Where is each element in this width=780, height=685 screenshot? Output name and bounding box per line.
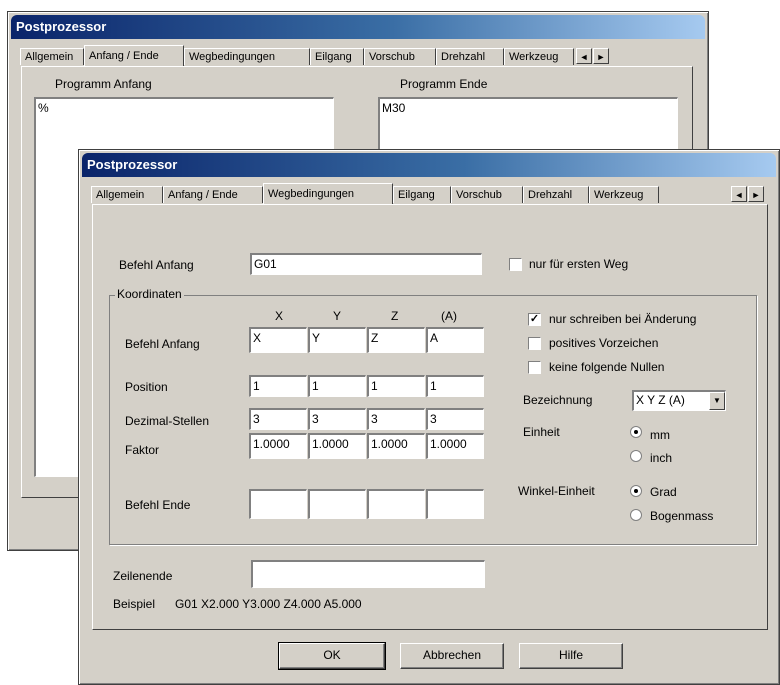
tab-scroll-right-icon[interactable]: ► [748, 186, 764, 202]
factor-a-input[interactable]: 1.0000 [426, 433, 484, 459]
unit-inch-radio[interactable] [630, 450, 642, 462]
command-end-a-input[interactable] [426, 489, 484, 519]
angle-unit-label: Winkel-Einheit [518, 484, 595, 498]
angle-bogenmass-label: Bogenmass [650, 509, 714, 523]
position-z-input[interactable]: 1 [367, 375, 425, 397]
angle-grad-radio[interactable] [630, 485, 642, 497]
wegbedingungen-panel: Befehl Anfang G01 nur für ersten Weg Koo… [92, 204, 768, 630]
designation-select[interactable]: X Y Z (A) ▼ [632, 390, 726, 411]
back-tab-scroll-right-icon[interactable]: ► [593, 48, 609, 64]
back-program-start-label: Programm Anfang [55, 77, 152, 91]
back-tab-wegbedingungen[interactable]: Wegbedingungen [184, 48, 310, 65]
axis-header-x: X [275, 309, 284, 323]
back-tab-eilgang[interactable]: Eilgang [310, 48, 364, 65]
write-on-change-checkbox[interactable]: ✓ [528, 313, 541, 326]
unit-inch-label: inch [650, 451, 673, 465]
designation-label: Bezeichnung [523, 393, 593, 407]
unit-mm-label: mm [650, 428, 670, 442]
first-path-only-label: nur für ersten Weg [529, 257, 629, 271]
front-tab-strip: Allgemein Anfang / Ende Wegbedingungen E… [89, 183, 769, 205]
tab-anfang-ende[interactable]: Anfang / Ende [163, 186, 263, 203]
coord-command-z-input[interactable]: Z [367, 327, 425, 353]
position-y-input[interactable]: 1 [308, 375, 366, 397]
write-on-change-label: nur schreiben bei Änderung [549, 312, 697, 326]
command-end-label: Befehl Ende [125, 498, 191, 512]
cancel-button[interactable]: Abbrechen [400, 643, 504, 669]
factor-z-input[interactable]: 1.0000 [367, 433, 425, 459]
back-tab-drehzahl[interactable]: Drehzahl [436, 48, 504, 65]
back-program-end-label: Programm Ende [400, 77, 488, 91]
decimal-a-input[interactable]: 3 [426, 408, 484, 430]
example-label: Beispiel [113, 597, 156, 611]
designation-value: X Y Z (A) [636, 393, 685, 407]
example-value: G01 X2.000 Y3.000 Z4.000 A5.000 [175, 597, 362, 611]
tab-wegbedingungen[interactable]: Wegbedingungen [263, 183, 393, 204]
axis-header-a: (A) [441, 309, 457, 323]
unit-label: Einheit [523, 425, 560, 439]
ok-button[interactable]: OK [278, 642, 386, 670]
decimal-x-input[interactable]: 3 [249, 408, 307, 430]
tab-eilgang[interactable]: Eilgang [393, 186, 451, 203]
tab-vorschub[interactable]: Vorschub [451, 186, 523, 203]
axis-header-z: Z [391, 309, 399, 323]
angle-grad-label: Grad [650, 485, 677, 499]
position-a-input[interactable]: 1 [426, 375, 484, 397]
position-label: Position [125, 380, 168, 394]
decimal-y-input[interactable]: 3 [308, 408, 366, 430]
decimal-z-input[interactable]: 3 [367, 408, 425, 430]
chevron-down-icon[interactable]: ▼ [709, 392, 725, 410]
back-tab-anfang-ende[interactable]: Anfang / Ende [84, 45, 184, 66]
first-path-only-checkbox[interactable] [509, 258, 522, 271]
command-end-z-input[interactable] [367, 489, 425, 519]
coord-command-x-input[interactable]: X [249, 327, 307, 353]
coord-command-y-input[interactable]: Y [308, 327, 366, 353]
front-dialog-title: Postprozessor [82, 153, 776, 177]
command-start-input[interactable]: G01 [250, 253, 482, 275]
back-tab-scroll-left-icon[interactable]: ◄ [576, 48, 592, 64]
back-dialog-title: Postprozessor [11, 15, 705, 39]
back-tab-strip: Allgemein Anfang / Ende Wegbedingungen E… [18, 45, 698, 67]
command-end-y-input[interactable] [308, 489, 366, 519]
front-dialog: Postprozessor Allgemein Anfang / Ende We… [78, 149, 780, 685]
back-tab-werkzeug[interactable]: Werkzeug [504, 48, 574, 65]
no-trailing-zeros-checkbox[interactable] [528, 361, 541, 374]
back-tab-vorschub[interactable]: Vorschub [364, 48, 436, 65]
factor-y-input[interactable]: 1.0000 [308, 433, 366, 459]
line-end-label: Zeilenende [113, 569, 173, 583]
coord-command-a-input[interactable]: A [426, 327, 484, 353]
unit-mm-radio[interactable] [630, 426, 642, 438]
factor-label: Faktor [125, 443, 160, 457]
no-trailing-zeros-label: keine folgende Nullen [549, 360, 665, 374]
command-end-x-input[interactable] [249, 489, 307, 519]
coordinates-group-label: Koordinaten [115, 287, 184, 301]
tab-scroll-left-icon[interactable]: ◄ [731, 186, 747, 202]
back-tab-allgemein[interactable]: Allgemein [20, 48, 84, 65]
tab-werkzeug[interactable]: Werkzeug [589, 186, 659, 203]
angle-bogenmass-radio[interactable] [630, 509, 642, 521]
command-start-label: Befehl Anfang [119, 258, 194, 272]
positive-sign-checkbox[interactable] [528, 337, 541, 350]
help-button[interactable]: Hilfe [519, 643, 623, 669]
axis-header-y: Y [333, 309, 342, 323]
decimal-places-label: Dezimal-Stellen [125, 414, 210, 428]
factor-x-input[interactable]: 1.0000 [249, 433, 307, 459]
position-x-input[interactable]: 1 [249, 375, 307, 397]
line-end-input[interactable] [251, 560, 485, 588]
tab-allgemein[interactable]: Allgemein [91, 186, 163, 203]
coord-command-start-label: Befehl Anfang [125, 337, 200, 351]
tab-drehzahl[interactable]: Drehzahl [523, 186, 589, 203]
positive-sign-label: positives Vorzeichen [549, 336, 659, 350]
